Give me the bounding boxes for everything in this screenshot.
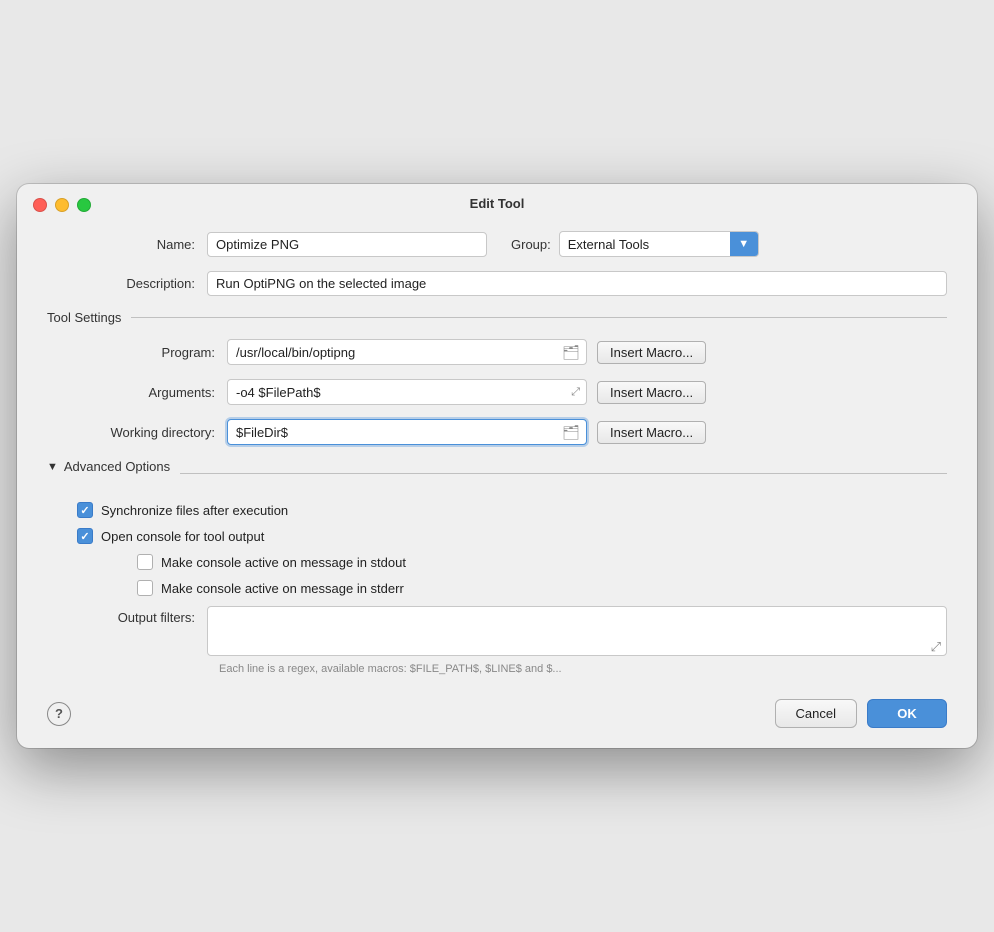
program-input[interactable] — [236, 345, 558, 360]
open-console-checkbox[interactable] — [77, 528, 93, 544]
arguments-row: Arguments: ⤢ Insert Macro... — [77, 379, 947, 405]
traffic-lights — [33, 198, 91, 212]
help-button[interactable]: ? — [47, 702, 71, 726]
working-dir-insert-macro-button[interactable]: Insert Macro... — [597, 421, 706, 444]
advanced-chevron-icon[interactable]: ▼ — [47, 461, 58, 473]
working-dir-input-wrapper: 🗂 — [227, 419, 587, 445]
description-label: Description: — [47, 276, 207, 291]
close-button[interactable] — [33, 198, 47, 212]
maximize-button[interactable] — [77, 198, 91, 212]
group-container: Group: External Tools ▼ — [511, 231, 759, 257]
console-stdout-checkbox[interactable] — [137, 554, 153, 570]
open-console-row: Open console for tool output — [77, 528, 947, 544]
arguments-input-wrapper: ⤢ — [227, 379, 587, 405]
arguments-expand-icon[interactable]: ⤢ — [571, 386, 580, 399]
ok-button[interactable]: OK — [867, 699, 947, 728]
advanced-separator-line — [180, 473, 947, 474]
tool-settings-separator: Tool Settings — [47, 310, 947, 325]
program-folder-icon[interactable]: 🗂 — [562, 344, 580, 361]
description-row: Description: — [47, 271, 947, 296]
program-row: Program: 🗂 Insert Macro... — [77, 339, 947, 365]
separator-line — [131, 317, 947, 318]
name-label: Name: — [47, 237, 207, 252]
arguments-label: Arguments: — [77, 385, 227, 400]
chevron-down-icon: ▼ — [738, 238, 749, 250]
working-dir-label: Working directory: — [77, 425, 227, 440]
output-filters-label: Output filters: — [47, 606, 207, 625]
advanced-label: Advanced Options — [64, 459, 170, 474]
dialog-content: Name: Group: External Tools ▼ Descriptio… — [17, 221, 977, 685]
name-input[interactable] — [207, 232, 487, 257]
output-filters-section: Output filters: ⤢ — [47, 606, 947, 659]
arguments-input[interactable] — [236, 385, 567, 400]
advanced-header: ▼ Advanced Options — [47, 459, 180, 474]
name-group-row: Name: Group: External Tools ▼ — [47, 231, 947, 257]
output-expand-icon[interactable]: ⤢ — [931, 639, 941, 655]
group-label: Group: — [511, 237, 551, 252]
advanced-options-section: ▼ Advanced Options Synchronize files aft… — [47, 459, 947, 596]
open-console-label[interactable]: Open console for tool output — [101, 529, 264, 544]
sync-files-label[interactable]: Synchronize files after execution — [101, 503, 288, 518]
program-input-wrapper: 🗂 — [227, 339, 587, 365]
group-dropdown-button[interactable]: ▼ — [730, 232, 758, 256]
cancel-button[interactable]: Cancel — [775, 699, 857, 728]
arguments-insert-macro-button[interactable]: Insert Macro... — [597, 381, 706, 404]
sync-files-row: Synchronize files after execution — [77, 502, 947, 518]
program-insert-macro-button[interactable]: Insert Macro... — [597, 341, 706, 364]
group-dropdown[interactable]: External Tools ▼ — [559, 231, 759, 257]
dialog-title: Edit Tool — [470, 196, 525, 211]
tool-settings-label: Tool Settings — [47, 310, 121, 325]
advanced-separator: ▼ Advanced Options — [47, 459, 947, 488]
console-stdout-row: Make console active on message in stdout — [137, 554, 947, 570]
description-input[interactable] — [207, 271, 947, 296]
working-dir-folder-icon[interactable]: 🗂 — [562, 424, 580, 441]
console-stdout-label[interactable]: Make console active on message in stdout — [161, 555, 406, 570]
edit-tool-dialog: Edit Tool Name: Group: External Tools ▼ … — [17, 184, 977, 748]
output-hint: Each line is a regex, available macros: … — [207, 663, 947, 675]
output-filters-textarea[interactable] — [207, 606, 947, 656]
console-stderr-checkbox[interactable] — [137, 580, 153, 596]
group-dropdown-text: External Tools — [560, 237, 730, 252]
console-stderr-label[interactable]: Make console active on message in stderr — [161, 581, 404, 596]
sync-files-checkbox[interactable] — [77, 502, 93, 518]
minimize-button[interactable] — [55, 198, 69, 212]
title-bar: Edit Tool — [17, 184, 977, 221]
working-dir-row: Working directory: 🗂 Insert Macro... — [77, 419, 947, 445]
output-textarea-wrapper: ⤢ — [207, 606, 947, 659]
footer-buttons: Cancel OK — [775, 699, 947, 728]
console-stderr-row: Make console active on message in stderr — [137, 580, 947, 596]
program-label: Program: — [77, 345, 227, 360]
dialog-footer: ? Cancel OK — [17, 685, 977, 728]
working-dir-input[interactable] — [236, 425, 558, 440]
